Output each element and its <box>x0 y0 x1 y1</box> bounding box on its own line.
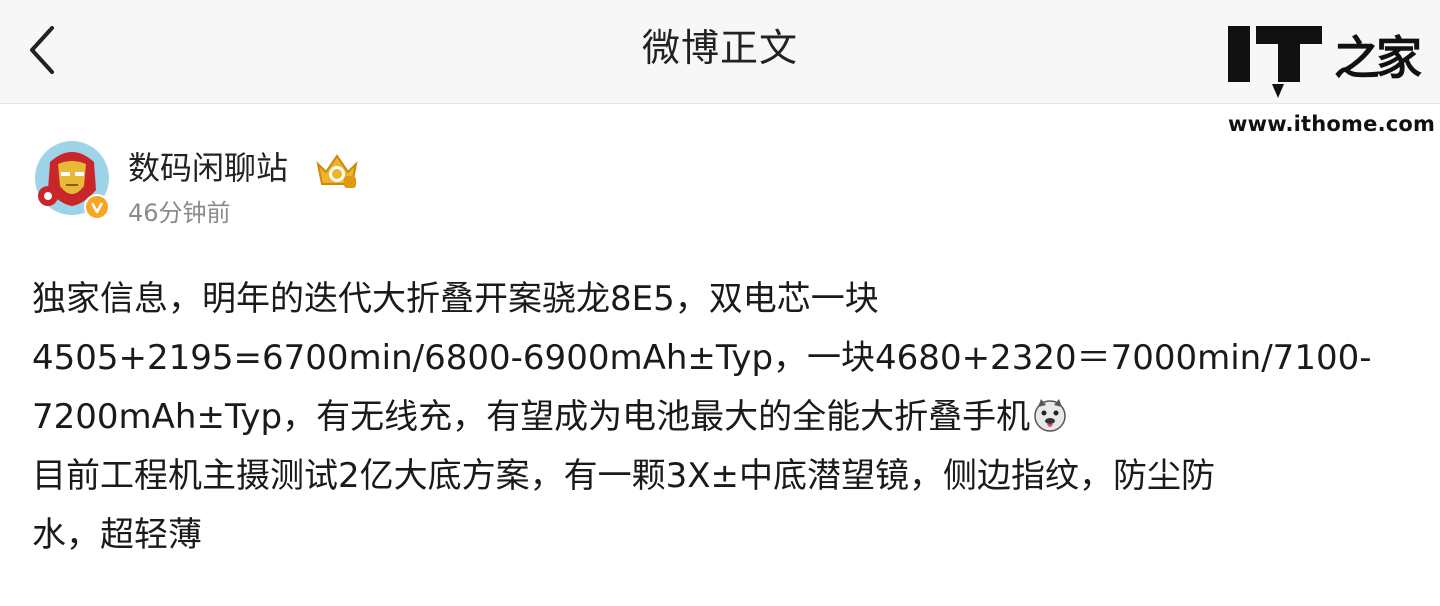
author-name[interactable]: 数码闲聊站 <box>128 148 288 188</box>
svg-text:家: 家 <box>1376 31 1422 85</box>
post-line: 独家信息，明年的迭代大折叠开案骁龙8E5，双电芯一块 <box>32 279 879 319</box>
watermark-url: www.ithome.com <box>1228 112 1436 136</box>
ithome-watermark: 之 家 www.ithome.com <box>1226 22 1435 142</box>
post-content: 独家信息，明年的迭代大折叠开案骁龙8E5，双电芯一块 4505+2195=670… <box>32 270 1412 565</box>
post-line: 4505+2195=6700min/6800-6900mAh±Typ，一块468… <box>32 338 1372 378</box>
post-line: 目前工程机主摄测试2亿大底方案，有一颗3X±中底潜望镜，侧边指纹，防尘防 <box>32 456 1216 496</box>
page-title: 微博正文 <box>641 26 798 70</box>
post-line-text: 7200mAh±Typ，有无线充，有望成为电池最大的全能大折叠手机 <box>32 397 1031 437</box>
ithome-logo-icon: 之 家 <box>1228 26 1422 98</box>
top-bar: 微博正文 <box>0 0 1440 104</box>
crown-level-badge-icon <box>316 154 358 188</box>
author-row: 数码闲聊站 46分钟前 <box>34 140 934 230</box>
post-line: 水，超轻薄 <box>32 515 202 555</box>
verified-v-icon <box>84 194 110 220</box>
post-line-with-emoji: 7200mAh±Typ，有无线充，有望成为电池最大的全能大折叠手机 <box>32 388 1412 447</box>
post-timestamp: 46分钟前 <box>128 199 231 227</box>
author-avatar[interactable] <box>34 140 110 220</box>
doge-emoji-icon <box>1034 399 1066 432</box>
svg-text:之: 之 <box>1334 31 1380 85</box>
